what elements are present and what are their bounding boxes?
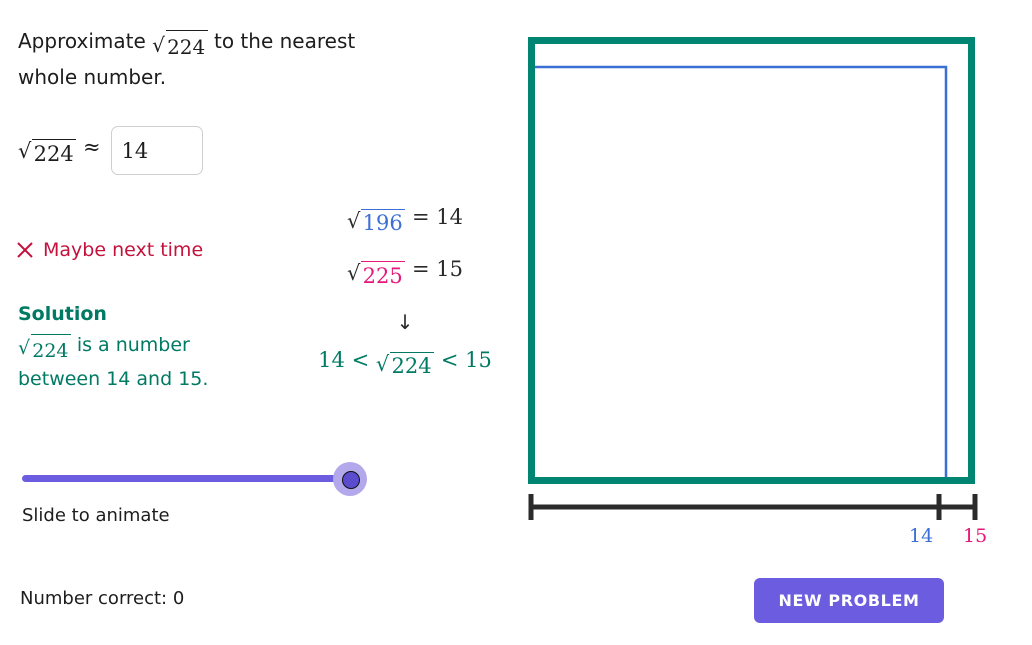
radical-sign: √ bbox=[18, 337, 31, 360]
derivation-radicand-1: 196 bbox=[361, 208, 406, 235]
conclusion-radicand: 224 bbox=[390, 351, 435, 378]
answer-radicand: 224 bbox=[32, 139, 77, 166]
equals-sign: = bbox=[411, 205, 430, 229]
radical-sign: √ bbox=[375, 351, 390, 376]
equals-sign: = bbox=[411, 257, 430, 282]
square-196-outline bbox=[531, 65, 948, 482]
squares-diagram bbox=[528, 37, 978, 520]
solution-body: √ 224 is a number between 14 and 15. bbox=[18, 331, 258, 393]
conclusion-upper: 15 bbox=[465, 347, 492, 372]
score-text: Number correct: 0 bbox=[20, 588, 185, 609]
square-225-outline bbox=[528, 37, 975, 484]
new-problem-button[interactable]: NEW PROBLEM bbox=[754, 578, 944, 623]
solution-heading: Solution bbox=[18, 303, 107, 325]
feedback-text: Maybe next time bbox=[43, 239, 204, 261]
radical-sign: √ bbox=[347, 261, 361, 286]
slider-label: Slide to animate bbox=[22, 505, 170, 526]
derivation-result-1: 14 bbox=[436, 205, 463, 229]
answer-input[interactable] bbox=[110, 126, 203, 175]
conclusion-lower: 14 bbox=[318, 347, 345, 372]
animation-slider[interactable] bbox=[22, 462, 372, 496]
slider-thumb[interactable] bbox=[342, 471, 360, 489]
down-arrow-icon: ↓ bbox=[396, 309, 414, 334]
less-than-sign-2: < bbox=[440, 347, 459, 372]
conclusion-radical: √ 224 bbox=[375, 351, 435, 378]
slider-track[interactable] bbox=[22, 475, 352, 482]
page-title: Approximate √ 224 to the nearest whole nu… bbox=[18, 26, 398, 92]
approx-symbol: ≈ bbox=[82, 135, 101, 160]
less-than-sign-1: < bbox=[351, 347, 370, 372]
derivation-radical-225: √ 225 bbox=[347, 261, 406, 288]
answer-equation-label: √ 224 ≈ bbox=[18, 135, 101, 165]
derivation-line-2: √ 225 = 15 bbox=[290, 257, 520, 287]
derivation-conclusion: 14 < √ 224 < 15 bbox=[290, 348, 520, 378]
radical-sign: √ bbox=[18, 139, 32, 164]
prompt-text-before: Approximate bbox=[18, 29, 146, 53]
derivation-block: √ 196 = 14 √ 225 = 15 ↓ 14 < √ 224 < 15 bbox=[290, 205, 520, 378]
derivation-radicand-2: 225 bbox=[361, 261, 406, 288]
radical-sign: √ bbox=[152, 32, 165, 57]
cross-icon bbox=[17, 242, 33, 258]
feedback-message: Maybe next time bbox=[16, 239, 203, 261]
derivation-radical-196: √ 196 bbox=[347, 208, 406, 235]
answer-row: √ 224 ≈ bbox=[18, 126, 203, 175]
radical-sign: √ bbox=[347, 208, 361, 233]
derivation-line-1: √ 196 = 14 bbox=[290, 205, 520, 235]
solution-radical: √ 224 bbox=[18, 334, 71, 365]
prompt-radicand: 224 bbox=[165, 29, 208, 63]
derivation-result-2: 15 bbox=[436, 257, 463, 282]
prompt-radical: √ 224 bbox=[152, 29, 208, 63]
solution-radicand: 224 bbox=[31, 334, 71, 365]
